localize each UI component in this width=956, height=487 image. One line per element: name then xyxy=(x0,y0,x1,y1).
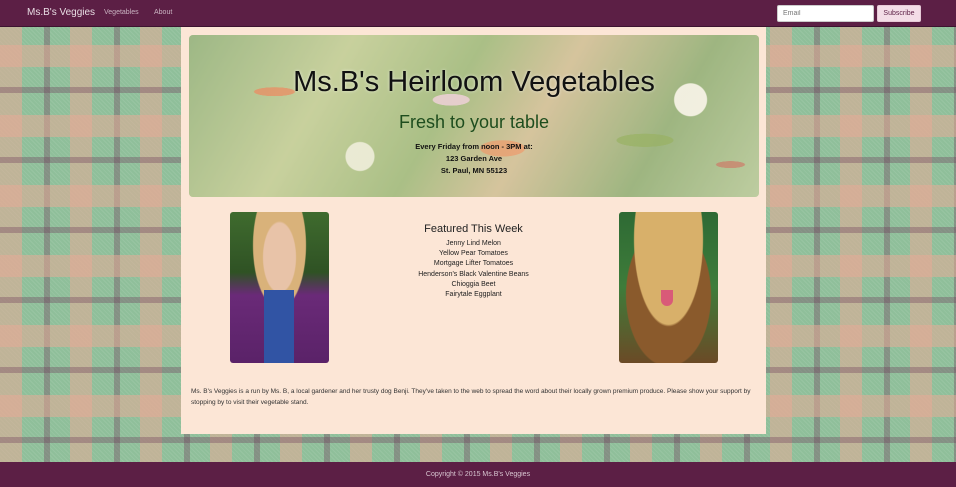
featured-item: Yellow Pear Tomatoes xyxy=(439,250,508,258)
gardener-photo xyxy=(230,212,329,363)
featured-item: Chioggia Beet xyxy=(451,280,496,288)
nav-link-vegetables[interactable]: Vegetables xyxy=(104,9,139,16)
brand-link[interactable]: Ms.B's Veggies xyxy=(27,7,95,18)
featured-section: Featured This Week Jenny Lind Melon Yell… xyxy=(371,223,576,300)
featured-item: Henderson's Black Valentine Beans xyxy=(418,270,529,278)
dog-tongue xyxy=(661,290,673,306)
nav-link-about[interactable]: About xyxy=(154,9,172,16)
schedule-city: St. Paul, MN 55123 xyxy=(440,166,508,175)
schedule-time: Every Friday from noon - 3PM at: xyxy=(415,142,533,151)
email-input[interactable] xyxy=(777,5,874,22)
gardener-shirt xyxy=(264,290,294,363)
page-title: Ms.B's Heirloom Vegetables xyxy=(293,66,655,98)
schedule-street: 123 Garden Ave xyxy=(445,154,503,163)
copyright-text: Copyright © 2015 Ms.B's Veggies xyxy=(425,471,531,478)
featured-item: Jenny Lind Melon xyxy=(446,240,501,247)
dog-photo xyxy=(619,212,718,363)
subscribe-button[interactable]: Subscribe xyxy=(877,5,921,22)
featured-heading: Featured This Week xyxy=(424,223,523,235)
footer: Copyright © 2015 Ms.B's Veggies xyxy=(0,462,956,487)
featured-item: Fairytale Eggplant xyxy=(445,291,502,299)
featured-list: Jenny Lind Melon Yellow Pear Tomatoes Mo… xyxy=(371,239,576,300)
tagline: Fresh to your table xyxy=(398,112,550,132)
about-text: Ms. B's Veggies is a run by Ms. B, a loc… xyxy=(191,387,751,406)
hero-banner: Ms.B's Heirloom Vegetables Fresh to your… xyxy=(189,35,759,197)
schedule-info: Every Friday from noon - 3PM at: 123 Gar… xyxy=(189,141,759,177)
featured-item: Mortgage Lifter Tomatoes xyxy=(433,260,514,268)
top-navbar: Ms.B's Veggies Vegetables About Subscrib… xyxy=(0,0,956,27)
main-container: Ms.B's Heirloom Vegetables Fresh to your… xyxy=(181,27,766,434)
